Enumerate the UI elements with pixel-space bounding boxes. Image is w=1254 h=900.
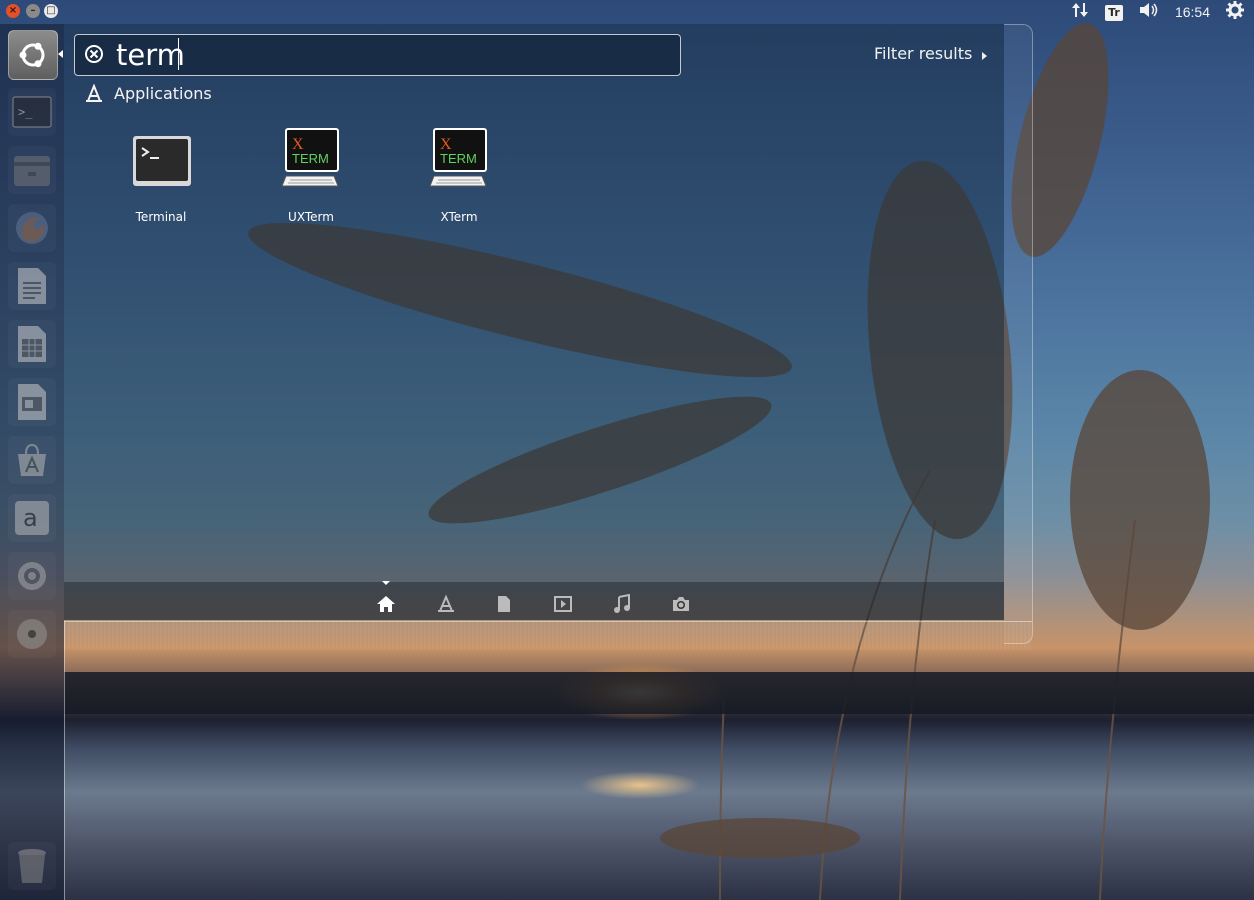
lens-bar (64, 582, 1004, 620)
launcher-amazon[interactable]: a (8, 494, 56, 542)
launcher-files[interactable] (8, 146, 56, 194)
window-close-button[interactable]: × (6, 4, 20, 18)
dash-border-right (1004, 24, 1033, 644)
firefox-icon (8, 204, 56, 252)
chevron-right-icon[interactable] (982, 52, 987, 60)
launcher-writer[interactable] (8, 262, 56, 310)
file-icon[interactable] (494, 594, 514, 614)
launcher-terminal[interactable]: >_ (8, 88, 56, 136)
svg-text:TERM: TERM (440, 151, 477, 166)
lens-selected-indicator (382, 581, 390, 585)
launcher-trash[interactable] (8, 842, 56, 890)
launcher-firefox[interactable] (8, 204, 56, 252)
result-label: UXTerm (288, 210, 334, 224)
svg-text:TERM: TERM (292, 151, 329, 166)
result-xterm[interactable]: X TERM XTerm (394, 0, 524, 230)
window-minimize-button[interactable]: – (26, 4, 40, 18)
terminal-icon: >_ (8, 88, 56, 136)
speaker-icon[interactable] (1139, 2, 1159, 22)
filter-results-button[interactable]: Filter results (874, 44, 972, 63)
ubuntu-logo-icon (9, 31, 57, 79)
settings-icon (8, 552, 56, 600)
keyboard-layout-indicator[interactable]: Tr (1104, 4, 1123, 21)
software-center-icon (8, 436, 56, 484)
network-arrows-icon[interactable] (1071, 2, 1089, 22)
keyboard-layout-label: Tr (1104, 4, 1123, 21)
calc-icon (8, 320, 56, 368)
launcher-software-center[interactable] (8, 436, 56, 484)
svg-text:>_: >_ (18, 105, 33, 119)
amazon-icon: a (8, 494, 56, 542)
camera-icon[interactable] (671, 594, 691, 614)
terminal-icon (133, 136, 191, 186)
launcher-dvd[interactable] (8, 610, 56, 658)
panel-clock[interactable]: 16:54 (1175, 4, 1210, 20)
xterm-icon: X TERM (429, 128, 487, 187)
svg-text:a: a (23, 504, 38, 532)
gear-icon[interactable] (1226, 1, 1244, 23)
writer-icon (8, 262, 56, 310)
xterm-icon: X TERM (281, 128, 339, 187)
impress-icon (8, 378, 56, 426)
disc-icon (8, 610, 56, 658)
trash-icon (8, 842, 56, 890)
video-icon[interactable] (553, 594, 573, 614)
window-maximize-button[interactable]: □ (44, 4, 58, 18)
applications-icon[interactable] (436, 594, 456, 614)
home-icon[interactable] (376, 594, 396, 614)
result-terminal[interactable]: Terminal (96, 0, 226, 230)
indicator-area: Tr 16:54 (1071, 0, 1254, 24)
dash-border-bottom-left (64, 621, 69, 900)
launcher-system-settings[interactable] (8, 552, 56, 600)
launcher-impress[interactable] (8, 378, 56, 426)
file-manager-icon (8, 146, 56, 194)
launcher-calc[interactable] (8, 320, 56, 368)
dash-home-button[interactable] (8, 30, 58, 80)
result-label: Terminal (135, 210, 187, 224)
launcher-active-arrow (58, 50, 63, 58)
launcher: >_ a (0, 24, 64, 900)
dash-border-bottom (64, 621, 1032, 650)
music-icon[interactable] (612, 594, 632, 614)
result-label: XTerm (440, 210, 478, 224)
result-uxterm[interactable]: X TERM UXTerm (246, 0, 376, 230)
